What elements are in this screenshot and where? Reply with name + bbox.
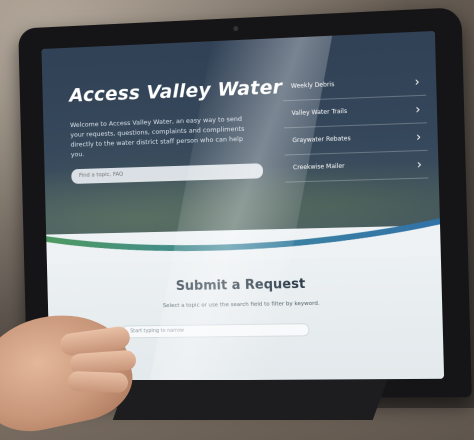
- chevron-right-icon: ›: [415, 129, 422, 145]
- chevron-right-icon: ›: [415, 102, 421, 117]
- laptop-keyboard: [112, 380, 388, 420]
- chevron-right-icon: ›: [414, 74, 420, 90]
- chevron-right-icon: ›: [416, 157, 422, 172]
- webcam-icon: [233, 25, 239, 32]
- left-hand-finger: [67, 370, 129, 394]
